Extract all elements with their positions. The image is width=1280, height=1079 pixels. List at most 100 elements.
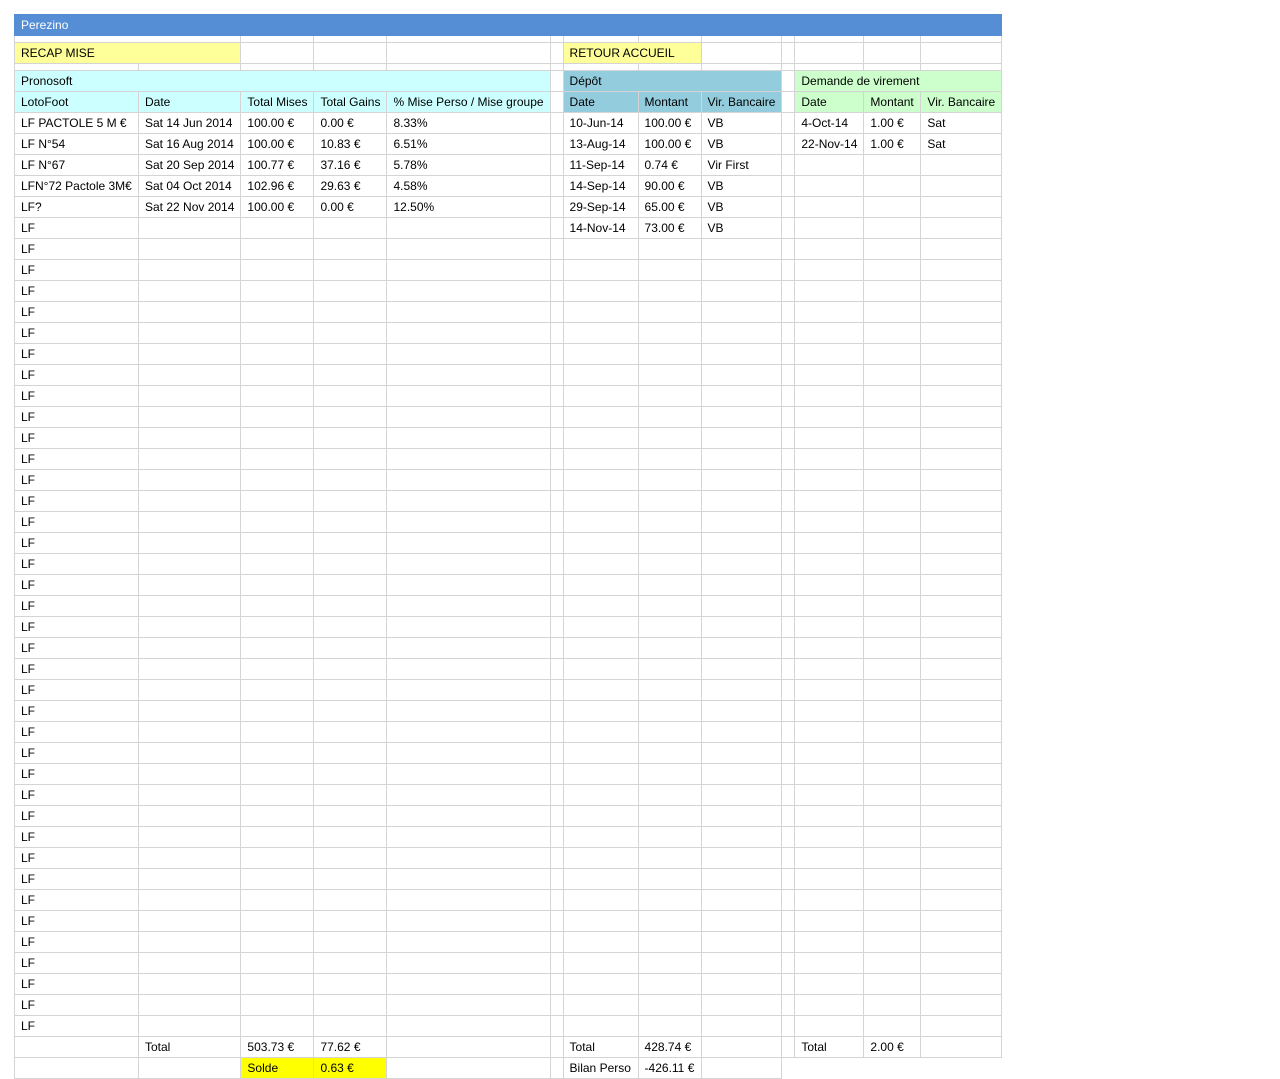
pronosoft-cell[interactable]: LF	[14, 238, 139, 260]
pronosoft-cell[interactable]	[386, 322, 551, 344]
pronosoft-cell[interactable]	[240, 826, 315, 848]
pronosoft-cell[interactable]	[137, 679, 242, 701]
empty-cell[interactable]	[549, 553, 564, 575]
pronosoft-cell[interactable]	[240, 511, 315, 533]
empty-cell[interactable]	[781, 469, 796, 491]
depot-cell[interactable]: 65.00 €	[637, 196, 702, 218]
virement-cell[interactable]	[863, 700, 922, 722]
empty-cell[interactable]	[549, 847, 564, 869]
empty-cell[interactable]	[781, 994, 796, 1016]
virement-cell[interactable]	[794, 217, 865, 239]
empty-cell[interactable]	[781, 910, 796, 932]
depot-cell[interactable]	[637, 637, 702, 659]
pronosoft-cell[interactable]: LF	[14, 952, 139, 974]
virement-cell[interactable]	[920, 742, 1003, 764]
virement-cell[interactable]	[794, 385, 865, 407]
pronosoft-cell[interactable]	[137, 553, 242, 575]
depot-cell[interactable]: 13-Aug-14	[562, 133, 639, 155]
depot-cell[interactable]	[700, 784, 783, 806]
pronosoft-cell[interactable]	[313, 931, 388, 953]
pronosoft-cell[interactable]	[386, 553, 551, 575]
virement-cell[interactable]	[920, 784, 1003, 806]
virement-cell[interactable]	[794, 322, 865, 344]
empty-cell[interactable]	[781, 1015, 796, 1037]
virement-cell[interactable]	[794, 364, 865, 386]
depot-cell[interactable]	[700, 616, 783, 638]
virement-cell[interactable]	[920, 574, 1003, 596]
virement-cell[interactable]	[920, 595, 1003, 617]
pronosoft-cell[interactable]: 29.63 €	[313, 175, 388, 197]
virement-cell[interactable]	[920, 406, 1003, 428]
pronosoft-cell[interactable]: 100.00 €	[240, 112, 315, 134]
solde-label[interactable]: Solde	[240, 1057, 315, 1079]
depot-cell[interactable]	[562, 952, 639, 974]
empty-cell[interactable]	[549, 280, 564, 302]
pronosoft-cell[interactable]	[240, 700, 315, 722]
virement-cell[interactable]	[794, 784, 865, 806]
depot-cell[interactable]	[562, 973, 639, 995]
empty-cell[interactable]	[549, 679, 564, 701]
pronosoft-cell[interactable]	[240, 868, 315, 890]
depot-cell[interactable]	[637, 469, 702, 491]
pronosoft-cell[interactable]	[137, 973, 242, 995]
depot-cell[interactable]	[637, 1015, 702, 1037]
empty-cell[interactable]	[700, 1036, 783, 1058]
pronosoft-cell[interactable]	[386, 826, 551, 848]
virement-cell[interactable]	[863, 721, 922, 743]
pronosoft-cell[interactable]	[386, 448, 551, 470]
empty-cell[interactable]	[781, 112, 796, 134]
pronosoft-cell[interactable]	[313, 1015, 388, 1037]
pronosoft-cell[interactable]	[386, 385, 551, 407]
empty-cell[interactable]	[549, 658, 564, 680]
pronosoft-cell[interactable]	[240, 280, 315, 302]
depot-cell[interactable]	[562, 637, 639, 659]
pronosoft-total-mises[interactable]: 503.73 €	[240, 1036, 315, 1058]
empty-cell[interactable]	[386, 1036, 551, 1058]
virement-cell[interactable]	[794, 742, 865, 764]
empty-cell[interactable]	[549, 721, 564, 743]
pronosoft-cell[interactable]	[313, 763, 388, 785]
empty-cell[interactable]	[549, 868, 564, 890]
depot-cell[interactable]	[700, 658, 783, 680]
pronosoft-cell[interactable]	[137, 721, 242, 743]
virement-cell[interactable]	[920, 217, 1003, 239]
pronosoft-cell[interactable]	[137, 637, 242, 659]
pronosoft-cell[interactable]	[240, 910, 315, 932]
depot-cell[interactable]	[700, 763, 783, 785]
pronosoft-cell[interactable]	[137, 238, 242, 260]
empty-cell[interactable]	[14, 1036, 139, 1058]
pronosoft-cell[interactable]	[313, 721, 388, 743]
empty-cell[interactable]	[549, 406, 564, 428]
virement-cell[interactable]	[794, 259, 865, 281]
virement-cell[interactable]	[794, 553, 865, 575]
empty-cell[interactable]	[549, 637, 564, 659]
depot-cell[interactable]: VB	[700, 175, 783, 197]
depot-cell[interactable]	[562, 658, 639, 680]
virement-cell[interactable]	[920, 280, 1003, 302]
depot-cell[interactable]	[700, 301, 783, 323]
pronosoft-cell[interactable]	[240, 658, 315, 680]
pronosoft-cell[interactable]: LF	[14, 931, 139, 953]
depot-cell[interactable]	[637, 448, 702, 470]
pronosoft-cell[interactable]: 100.77 €	[240, 154, 315, 176]
pronosoft-cell[interactable]: 100.00 €	[240, 133, 315, 155]
empty-cell[interactable]	[781, 658, 796, 680]
virement-cell[interactable]	[794, 658, 865, 680]
pronosoft-cell[interactable]	[240, 322, 315, 344]
depot-cell[interactable]	[700, 700, 783, 722]
depot-cell[interactable]	[637, 679, 702, 701]
pronosoft-cell[interactable]: 4.58%	[386, 175, 551, 197]
empty-cell[interactable]	[781, 973, 796, 995]
depot-cell[interactable]	[637, 259, 702, 281]
depot-cell[interactable]	[637, 994, 702, 1016]
pronosoft-cell[interactable]	[240, 679, 315, 701]
pronosoft-cell[interactable]	[386, 973, 551, 995]
depot-cell[interactable]	[562, 763, 639, 785]
retour-accueil-button[interactable]: RETOUR ACCUEIL	[562, 42, 702, 64]
empty-cell[interactable]	[549, 910, 564, 932]
pronosoft-cell[interactable]	[137, 322, 242, 344]
depot-cell[interactable]: 29-Sep-14	[562, 196, 639, 218]
depot-cell[interactable]	[700, 448, 783, 470]
pronosoft-cell[interactable]	[386, 658, 551, 680]
pronosoft-cell[interactable]	[137, 1015, 242, 1037]
